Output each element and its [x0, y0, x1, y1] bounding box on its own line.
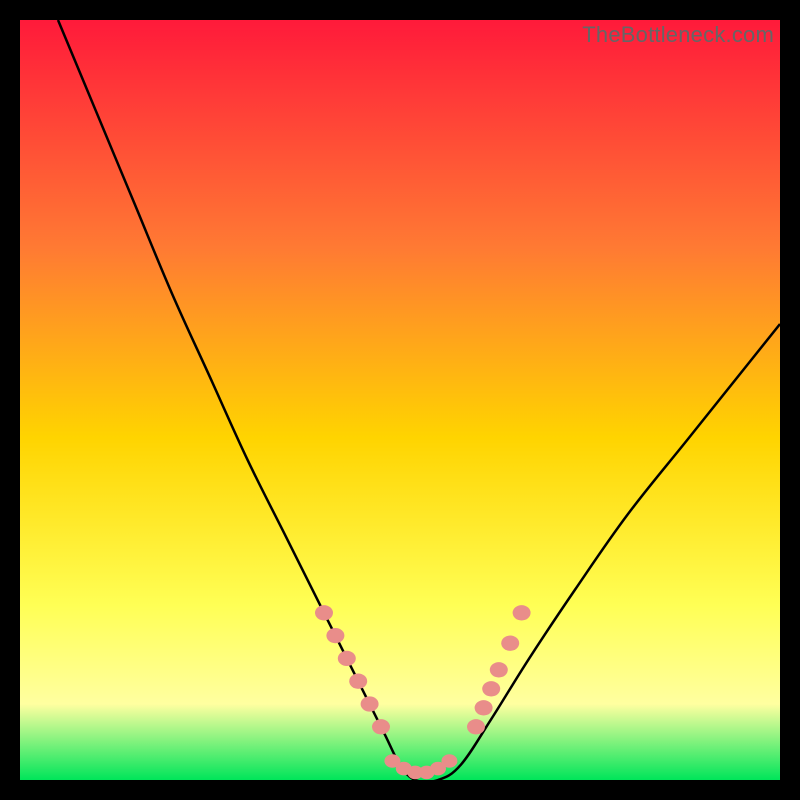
data-point — [338, 651, 356, 666]
data-point — [490, 662, 508, 677]
chart-frame: TheBottleneck.com — [20, 20, 780, 780]
gradient-background — [20, 20, 780, 780]
data-point — [482, 681, 500, 696]
data-point — [475, 700, 493, 715]
data-point — [372, 719, 390, 734]
data-point — [326, 628, 344, 643]
data-point — [501, 636, 519, 651]
data-point — [361, 696, 379, 711]
data-point — [513, 605, 531, 620]
data-point — [315, 605, 333, 620]
bottleneck-chart — [20, 20, 780, 780]
data-point — [467, 719, 485, 734]
data-point — [441, 754, 457, 768]
data-point — [349, 674, 367, 689]
watermark-label: TheBottleneck.com — [582, 22, 774, 48]
